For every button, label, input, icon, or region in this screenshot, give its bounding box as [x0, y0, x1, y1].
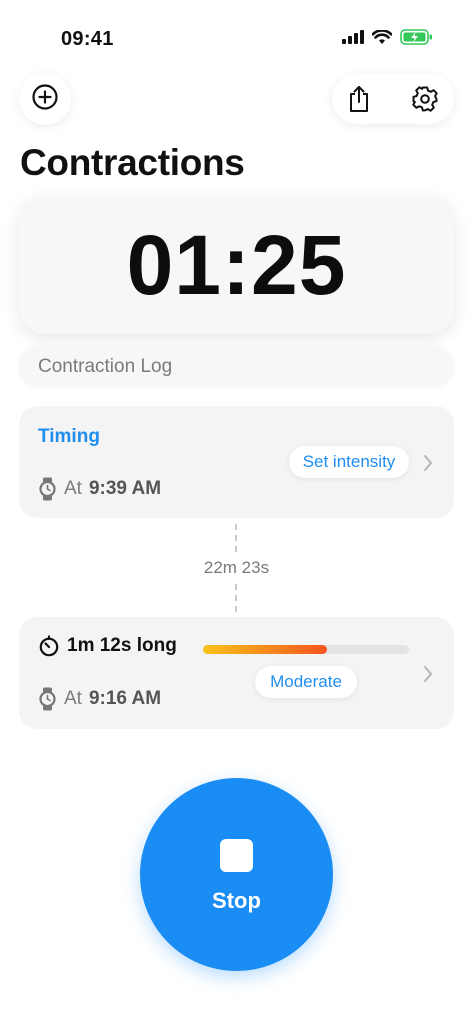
chevron-right-icon	[424, 455, 432, 471]
set-intensity-button[interactable]: Set intensity	[289, 446, 409, 478]
at-prefix: At	[64, 478, 82, 499]
status-bar: 09:41	[0, 0, 473, 70]
status-time: 09:41	[61, 28, 114, 50]
timer-display: 01:25	[126, 218, 347, 312]
status-icons	[342, 28, 433, 50]
toolbar-actions	[332, 74, 454, 124]
stopwatch-icon	[39, 635, 59, 657]
contraction-log-label: Contraction Log	[38, 356, 173, 377]
stop-label: Stop	[212, 888, 261, 913]
wifi-icon	[371, 28, 393, 50]
watch-icon	[39, 687, 56, 711]
stop-button[interactable]: Stop	[140, 778, 333, 971]
entry-status: Timing	[38, 426, 100, 447]
share-icon	[350, 86, 368, 112]
page-title: Contractions	[20, 142, 245, 183]
entry-time: 9:16 AM	[88, 688, 162, 709]
entry-start-time: At 9:16 AM	[38, 687, 161, 711]
watch-icon	[39, 477, 56, 501]
contraction-log-header[interactable]: Contraction Log	[19, 346, 454, 386]
chevron-right-icon	[424, 666, 432, 682]
contraction-entry-current[interactable]: Timing Set intensity At 9:39 AM	[19, 406, 454, 518]
settings-button[interactable]	[411, 85, 439, 113]
gear-icon	[412, 86, 438, 112]
intensity-bar-fill	[203, 645, 327, 654]
entry-start-time: At 9:39 AM	[38, 477, 161, 501]
battery-charging-icon	[400, 29, 433, 50]
share-button[interactable]	[345, 85, 373, 113]
intensity-bar	[203, 645, 409, 654]
cellular-signal-icon	[342, 30, 364, 49]
interval-connector-bottom	[235, 584, 237, 612]
stop-icon	[220, 839, 253, 872]
at-prefix: At	[64, 688, 82, 709]
intensity-chip[interactable]: Moderate	[255, 666, 357, 698]
timer-card: 01:25	[19, 197, 454, 334]
add-contraction-button[interactable]	[19, 73, 71, 125]
interval-label: 22m 23s	[203, 558, 270, 577]
entry-time: 9:39 AM	[88, 478, 162, 499]
plus-circle-icon	[31, 83, 59, 116]
entry-duration: 1m 12s long	[38, 635, 177, 657]
interval-connector-top	[235, 524, 237, 552]
contraction-entry-previous[interactable]: 1m 12s long Moderate At 9:16 AM	[19, 617, 454, 729]
duration-text: 1m 12s long	[67, 635, 177, 656]
